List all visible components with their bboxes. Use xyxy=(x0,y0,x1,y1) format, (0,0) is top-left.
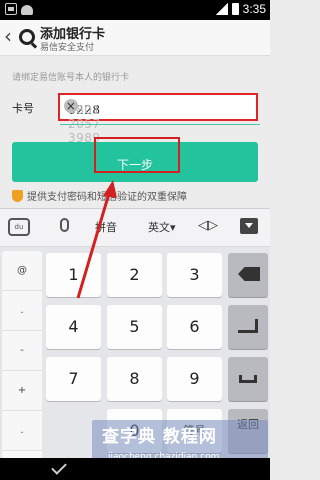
cursor-icon[interactable]: ◁▷ xyxy=(198,218,218,233)
backspace-icon xyxy=(238,267,260,281)
english-mode-button[interactable]: 英文▾ xyxy=(148,219,176,235)
card-number-input[interactable]: 6228 4801 2057 3989 114 × xyxy=(58,93,258,159)
hide-keyboard-icon[interactable] xyxy=(240,218,258,234)
app-header: ‹ 添加银行卡 易信安全支付 xyxy=(0,20,270,56)
navigation-bar xyxy=(0,458,270,480)
key-3[interactable]: 3 xyxy=(167,253,222,297)
backspace-key[interactable] xyxy=(228,253,268,297)
battery-icon xyxy=(231,3,239,15)
shield-icon xyxy=(12,189,23,202)
baidu-logo-icon[interactable]: du xyxy=(8,218,30,236)
key-9[interactable]: 9 xyxy=(167,357,222,401)
key-5[interactable]: 5 xyxy=(107,305,162,349)
clock: 3:35 xyxy=(242,2,266,16)
bank-card-hint: 请绑定易信账号本人的银行卡 xyxy=(12,73,130,83)
card-number-row: 卡号 6228 4801 2057 3989 114 × xyxy=(0,90,270,159)
chevron-left-icon[interactable]: ‹ xyxy=(4,26,12,46)
space-icon xyxy=(239,375,257,383)
key-1[interactable]: 1 xyxy=(46,253,101,297)
enter-icon xyxy=(238,319,258,333)
card-number-label: 卡号 xyxy=(12,102,34,115)
space-key[interactable] xyxy=(228,357,268,401)
safety-note: 提供支付密码和短信验证的双重保障 xyxy=(12,188,187,203)
plus-key[interactable]: + xyxy=(2,371,42,411)
period-key[interactable]: . xyxy=(2,411,42,451)
android-icon xyxy=(21,5,33,15)
keyboard-toolbar: du 拼音 英文▾ ◁▷ xyxy=(0,209,270,247)
microphone-icon[interactable] xyxy=(60,218,69,232)
signal-icon xyxy=(215,3,228,15)
gallery-icon xyxy=(5,3,17,15)
pinyin-mode-button[interactable]: 拼音 xyxy=(95,219,117,235)
at-key[interactable]: @ xyxy=(2,251,42,291)
highlight-box xyxy=(94,137,180,173)
key-8[interactable]: 8 xyxy=(107,357,162,401)
yixin-logo-icon xyxy=(19,29,35,45)
key-7[interactable]: 7 xyxy=(46,357,101,401)
symbol-column: @ . - + . xyxy=(2,251,42,459)
status-bar: 3:35 xyxy=(0,0,270,20)
dot-key[interactable]: . xyxy=(2,291,42,331)
enter-key[interactable] xyxy=(228,305,268,349)
dash-key[interactable]: - xyxy=(2,331,42,371)
watermark-title: 查字典 教程网 xyxy=(102,427,217,447)
key-6[interactable]: 6 xyxy=(167,305,222,349)
safety-text: 提供支付密码和短信验证的双重保障 xyxy=(27,192,187,203)
key-4[interactable]: 4 xyxy=(46,305,101,349)
clear-icon[interactable]: × xyxy=(64,99,78,113)
input-underline xyxy=(60,124,260,125)
chevron-down-icon[interactable] xyxy=(51,459,67,475)
key-2[interactable]: 2 xyxy=(107,253,162,297)
page-subtitle: 易信安全支付 xyxy=(40,43,95,53)
